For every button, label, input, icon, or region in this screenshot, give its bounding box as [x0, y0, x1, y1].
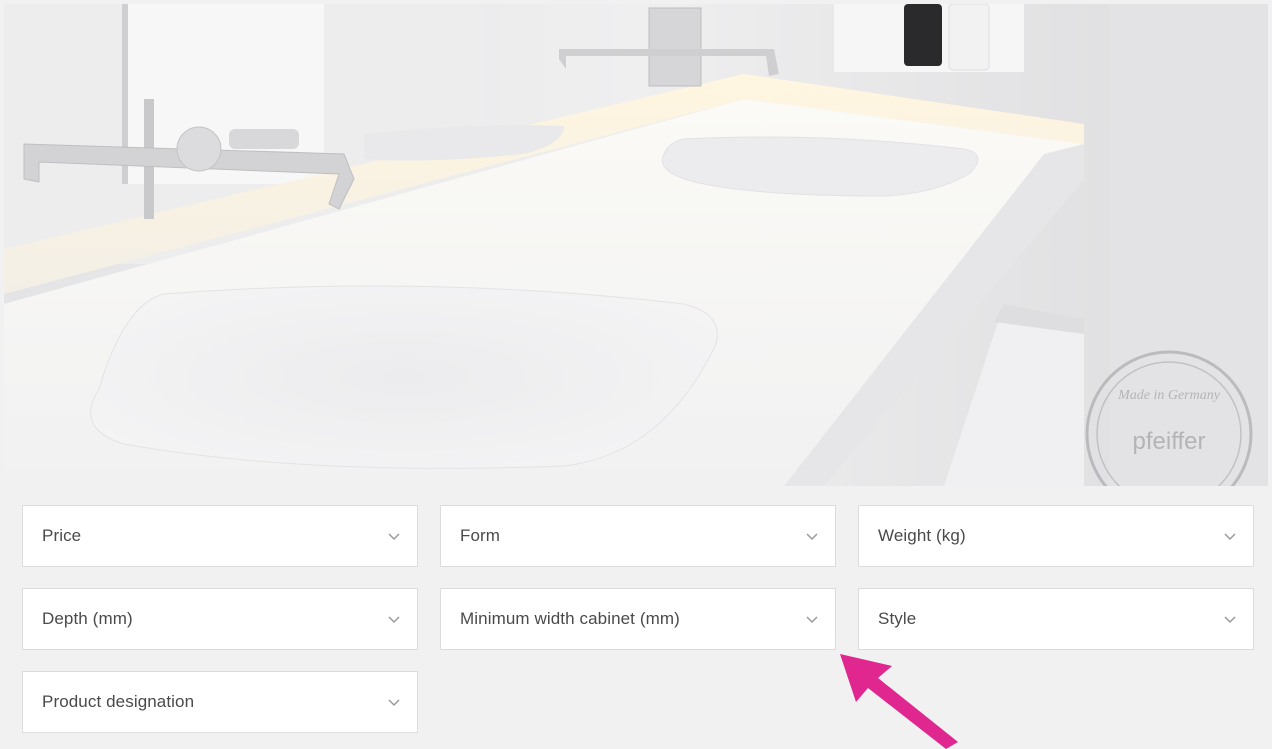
- chevron-down-icon: [1224, 533, 1236, 541]
- svg-text:Made in Germany: Made in Germany: [1117, 388, 1221, 403]
- filter-dropdown-form[interactable]: Form: [440, 505, 836, 567]
- filter-panel: Price Form Weight (kg) Depth (mm) Minimu…: [0, 486, 1272, 749]
- filter-dropdown-product-designation[interactable]: Product designation: [22, 671, 418, 733]
- chevron-down-icon: [1224, 616, 1236, 624]
- chevron-down-icon: [806, 616, 818, 624]
- filter-dropdown-depth[interactable]: Depth (mm): [22, 588, 418, 650]
- chevron-down-icon: [388, 616, 400, 624]
- filter-label: Style: [878, 609, 917, 628]
- svg-text:pfeiffer: pfeiffer: [1133, 428, 1206, 455]
- filter-dropdown-minimum-width-cabinet[interactable]: Minimum width cabinet (mm): [440, 588, 836, 650]
- bathroom-vanity-illustration: pfeiffer Made in Germany: [4, 4, 1268, 486]
- filter-dropdown-price[interactable]: Price: [22, 505, 418, 567]
- filter-label: Product designation: [42, 692, 195, 711]
- filter-label: Minimum width cabinet (mm): [460, 609, 680, 628]
- chevron-down-icon: [806, 533, 818, 541]
- filter-label: Price: [42, 526, 82, 545]
- hero-product-image: pfeiffer Made in Germany: [4, 4, 1268, 486]
- filter-label: Form: [460, 526, 501, 545]
- annotation-arrow-icon: [840, 654, 958, 749]
- filter-dropdown-weight[interactable]: Weight (kg): [858, 505, 1254, 567]
- filter-label: Weight (kg): [878, 526, 966, 545]
- filter-label: Depth (mm): [42, 609, 133, 628]
- chevron-down-icon: [388, 699, 400, 707]
- chevron-down-icon: [388, 533, 400, 541]
- filter-dropdown-style[interactable]: Style: [858, 588, 1254, 650]
